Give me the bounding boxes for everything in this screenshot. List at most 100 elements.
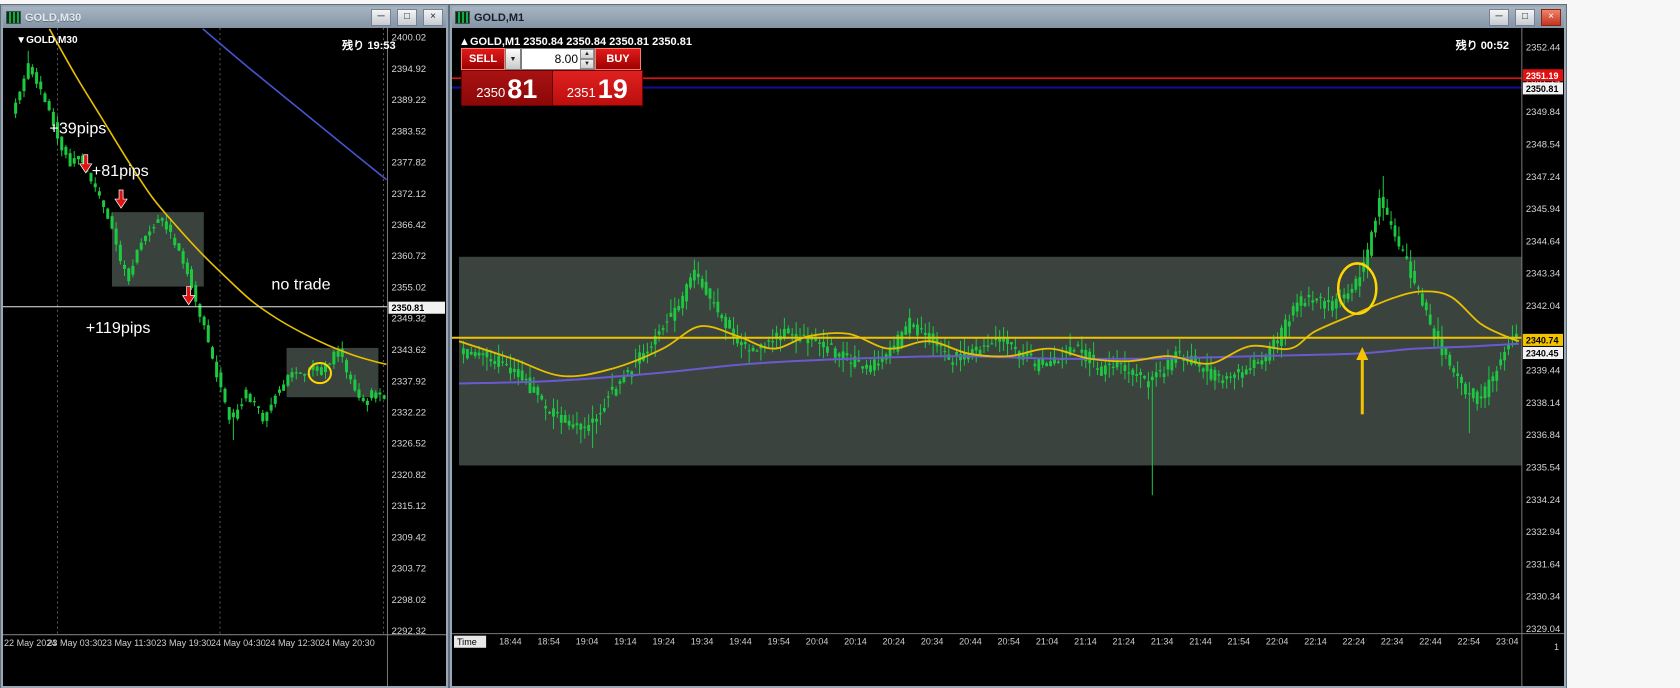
svg-text:no trade: no trade: [271, 276, 330, 294]
gold-m1-chart-area[interactable]: 2352.442351.142349.842348.542347.242345.…: [452, 28, 1564, 686]
svg-text:2298.02: 2298.02: [392, 595, 427, 606]
sell-price-pips: 81: [507, 74, 538, 104]
maximize-button[interactable]: □: [1515, 9, 1535, 26]
minimize-button[interactable]: ─: [1489, 9, 1509, 26]
svg-text:19:54: 19:54: [767, 637, 790, 647]
svg-text:2349.32: 2349.32: [392, 314, 427, 325]
svg-text:残り 00:52: 残り 00:52: [1456, 38, 1509, 52]
svg-text:21:34: 21:34: [1151, 637, 1174, 647]
svg-text:2343.34: 2343.34: [1526, 269, 1561, 280]
svg-text:2349.84: 2349.84: [1526, 107, 1561, 118]
svg-text:20:44: 20:44: [959, 637, 982, 647]
svg-text:22:24: 22:24: [1343, 637, 1366, 647]
svg-text:2332.22: 2332.22: [392, 407, 427, 418]
svg-text:23 May 11:30: 23 May 11:30: [102, 638, 156, 648]
buy-price-main: 2351: [566, 85, 596, 100]
svg-text:21:24: 21:24: [1113, 637, 1136, 647]
maximize-button[interactable]: □: [397, 9, 417, 26]
svg-text:2347.24: 2347.24: [1526, 172, 1561, 183]
svg-text:2394.92: 2394.92: [392, 64, 427, 75]
gold-m1-titlebar[interactable]: GOLD,M1 ─ □ ×: [452, 7, 1564, 28]
svg-text:2352.44: 2352.44: [1526, 43, 1561, 54]
svg-text:21:14: 21:14: [1074, 637, 1097, 647]
lot-decrease-button[interactable]: ▼: [580, 59, 594, 69]
svg-text:2377.82: 2377.82: [392, 158, 427, 169]
svg-text:24 May 20:30: 24 May 20:30: [320, 638, 375, 648]
svg-text:20:14: 20:14: [844, 637, 867, 647]
svg-text:18:44: 18:44: [499, 637, 522, 647]
lot-size-field: ▲ ▼: [521, 48, 595, 70]
chart-window-icon: [455, 11, 470, 24]
svg-text:2366.42: 2366.42: [392, 220, 427, 231]
svg-text:+81pips: +81pips: [92, 162, 149, 180]
svg-text:2350.81: 2350.81: [392, 303, 425, 313]
svg-text:Time: Time: [457, 637, 477, 647]
svg-text:2315.12: 2315.12: [392, 501, 427, 512]
svg-text:2337.92: 2337.92: [392, 376, 427, 387]
svg-text:22:54: 22:54: [1458, 637, 1481, 647]
lot-increase-button[interactable]: ▲: [580, 49, 594, 59]
gold-m30-window: GOLD,M30 ─ □ × 2400.02 2394.92 2389.22 2383…: [1, 5, 448, 688]
svg-text:2339.44: 2339.44: [1526, 366, 1561, 377]
svg-text:2360.72: 2360.72: [392, 251, 427, 262]
svg-text:2329.04: 2329.04: [1526, 624, 1561, 635]
svg-text:24 May 04:30: 24 May 04:30: [211, 638, 266, 648]
svg-text:21:44: 21:44: [1189, 637, 1212, 647]
svg-text:18:54: 18:54: [537, 637, 560, 647]
svg-text:2330.34: 2330.34: [1526, 592, 1561, 603]
buy-quote[interactable]: 2351 19: [552, 71, 642, 105]
svg-text:2344.64: 2344.64: [1526, 236, 1561, 247]
svg-text:2400.02: 2400.02: [392, 33, 427, 44]
window-title: GOLD,M30: [25, 11, 82, 24]
svg-text:残り 19:53: 残り 19:53: [342, 38, 396, 52]
gold-m1-price-chart[interactable]: 2352.442351.142349.842348.542347.242345.…: [452, 28, 1564, 686]
svg-text:2326.52: 2326.52: [392, 439, 427, 450]
sell-price-main: 2350: [476, 85, 506, 100]
svg-text:22:44: 22:44: [1419, 637, 1442, 647]
svg-text:2340.45: 2340.45: [1526, 348, 1559, 358]
lot-size-input[interactable]: [522, 49, 580, 69]
svg-text:23:04: 23:04: [1496, 637, 1519, 647]
svg-text:19:44: 19:44: [729, 637, 752, 647]
svg-text:22:34: 22:34: [1381, 637, 1404, 647]
svg-text:2292.32: 2292.32: [392, 626, 427, 637]
svg-text:▼GOLD,M30: ▼GOLD,M30: [16, 35, 78, 46]
chart-window-icon: [6, 11, 21, 24]
svg-text:2336.84: 2336.84: [1526, 430, 1561, 441]
svg-text:2335.54: 2335.54: [1526, 462, 1561, 473]
svg-text:22:14: 22:14: [1304, 637, 1327, 647]
svg-text:2320.82: 2320.82: [392, 470, 427, 481]
svg-text:2389.22: 2389.22: [392, 95, 427, 106]
lot-dropdown-button[interactable]: ▼: [505, 48, 521, 70]
svg-text:20:54: 20:54: [998, 637, 1021, 647]
svg-text:23 May 19:30: 23 May 19:30: [156, 638, 211, 648]
lot-spinner: ▲ ▼: [580, 49, 594, 69]
close-button[interactable]: ×: [1541, 9, 1561, 26]
gold-m30-titlebar[interactable]: GOLD,M30 ─ □ ×: [3, 7, 446, 28]
svg-text:2355.02: 2355.02: [392, 283, 427, 294]
svg-text:20:04: 20:04: [806, 637, 829, 647]
svg-text:21:54: 21:54: [1228, 637, 1251, 647]
svg-text:19:24: 19:24: [652, 637, 675, 647]
one-click-trading-panel: SELL ▼ ▲ ▼ BUY 235081: [461, 48, 643, 106]
svg-text:2331.64: 2331.64: [1526, 559, 1561, 570]
moving-averages-layer: [48, 28, 387, 366]
svg-text:19:14: 19:14: [614, 637, 637, 647]
close-button[interactable]: ×: [423, 9, 443, 26]
gold-m30-price-chart[interactable]: 2400.02 2394.92 2389.22 2383.52 2377.82 2372.…: [3, 28, 446, 686]
gold-m30-chart-area[interactable]: 2400.02 2394.92 2389.22 2383.52 2377.82 2372.…: [3, 28, 446, 686]
sell-quote[interactable]: 2350 81: [462, 71, 553, 105]
svg-text:24 May 12:30: 24 May 12:30: [265, 638, 320, 648]
gold-m1-window: GOLD,M1 ─ □ × 2352.442351.142349.842348.…: [450, 5, 1566, 688]
annotations-layer: ▼GOLD,M30 残り 19:53 +39pips +81pips +119pips n…: [16, 35, 396, 385]
buy-button[interactable]: BUY: [595, 48, 641, 70]
svg-text:2345.94: 2345.94: [1526, 204, 1561, 215]
svg-text:2343.62: 2343.62: [392, 345, 427, 356]
svg-text:2351.19: 2351.19: [1526, 71, 1559, 81]
svg-text:2383.52: 2383.52: [392, 126, 427, 137]
svg-text:+39pips: +39pips: [49, 120, 106, 138]
sell-button[interactable]: SELL: [461, 48, 505, 70]
svg-text:20:34: 20:34: [921, 637, 944, 647]
svg-text:2348.54: 2348.54: [1526, 140, 1561, 151]
minimize-button[interactable]: ─: [371, 9, 391, 26]
